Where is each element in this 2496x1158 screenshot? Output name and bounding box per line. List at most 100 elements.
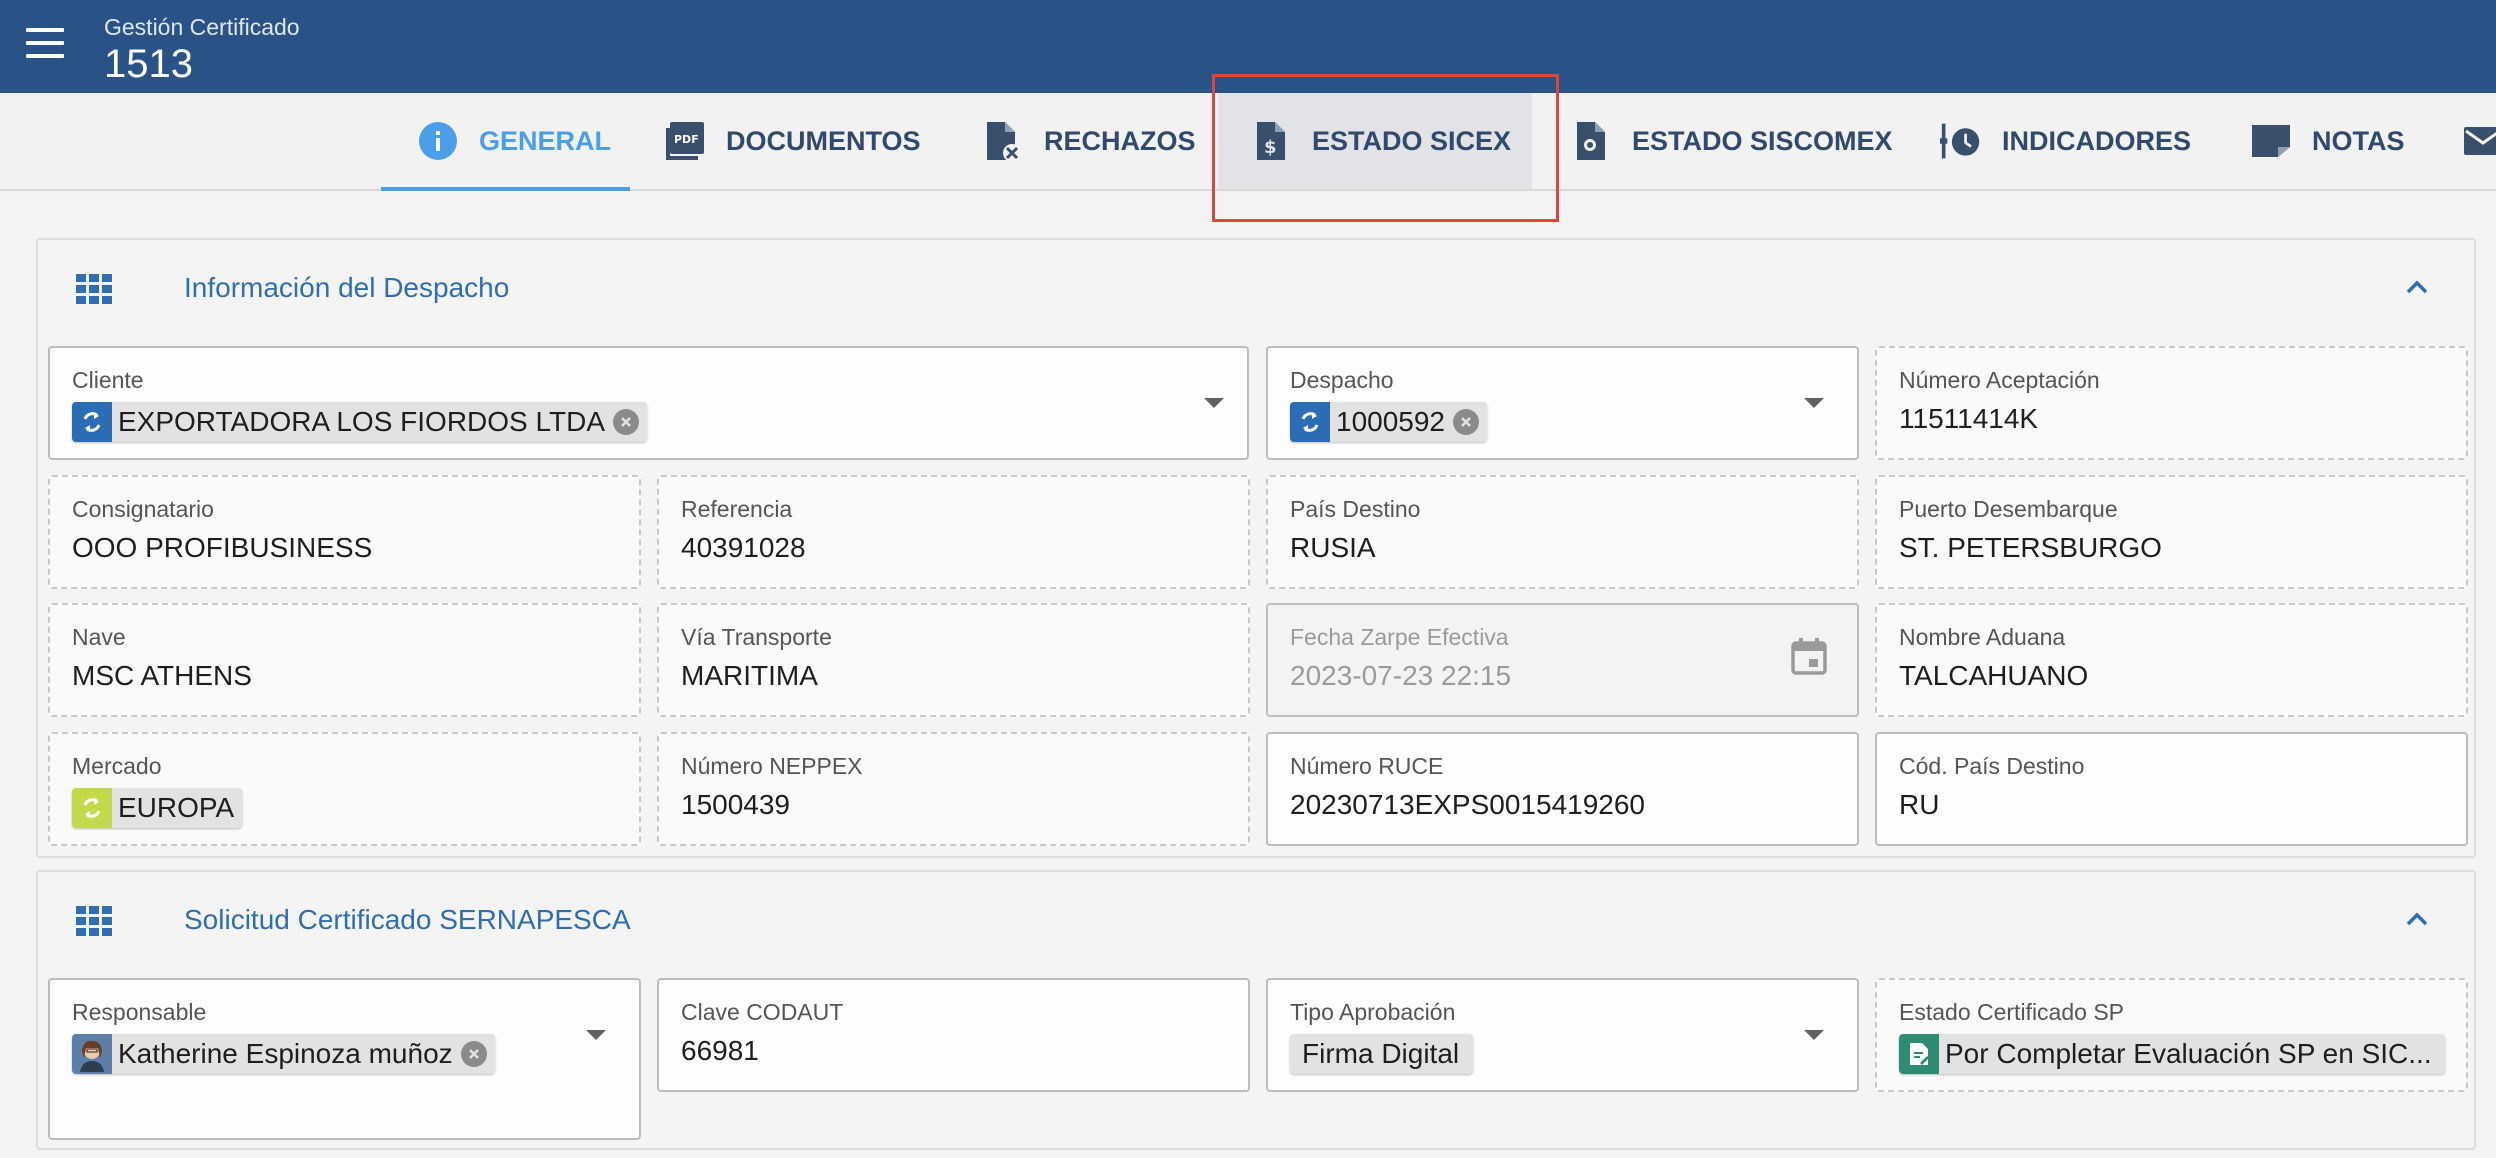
numero-aceptacion-label: Número Aceptación <box>1899 367 2100 393</box>
section-header[interactable]: Solicitud Certificado SERNAPESCA <box>38 872 2474 967</box>
svg-text:$: $ <box>1264 137 1277 158</box>
fecha-zarpe-label: Fecha Zarpe Efectiva <box>1290 624 1509 650</box>
cod-pais-destino-value: RU <box>1899 789 1940 820</box>
note-icon <box>2250 120 2292 162</box>
responsable-value: Katherine Espinoza muñoz <box>118 1038 453 1069</box>
via-transporte-field[interactable]: Vía Transporte MARITIMA <box>657 603 1250 717</box>
tab-general[interactable]: GENERAL <box>381 93 630 191</box>
despacho-chip: 1000592 <box>1290 402 1488 442</box>
nombre-aduana-field[interactable]: Nombre Aduana TALCAHUANO <box>1875 603 2468 717</box>
exchange-icon <box>72 402 112 442</box>
tab-estado-sicex-label: ESTADO SICEX <box>1312 125 1512 156</box>
avatar <box>72 1034 112 1074</box>
numero-ruce-label: Número RUCE <box>1290 753 1444 779</box>
via-transporte-value: MARITIMA <box>681 660 818 691</box>
grid-icon <box>76 906 112 936</box>
hamburger-icon[interactable] <box>26 28 64 58</box>
cliente-field[interactable]: Cliente EXPORTADORA LOS FIORDOS LTDA <box>48 346 1249 460</box>
mercado-chip: EUROPA <box>72 788 243 828</box>
consignatario-field[interactable]: Consignatario OOO PROFIBUSINESS <box>48 475 641 589</box>
clear-despacho-icon[interactable] <box>1453 409 1480 435</box>
numero-aceptacion-value: 11511414K <box>1899 403 2039 434</box>
numero-neppex-value: 1500439 <box>681 789 791 820</box>
puerto-desembarque-value: ST. PETERSBURGO <box>1899 532 2162 563</box>
responsable-chip: Katherine Espinoza muñoz <box>72 1034 495 1074</box>
nave-value: MSC ATHENS <box>72 660 252 691</box>
tab-estado-siscomex[interactable]: ESTADO SISCOMEX <box>1570 93 1893 189</box>
despacho-dropdown-icon[interactable] <box>1804 398 1824 408</box>
tab-notas-label: NOTAS <box>2312 125 2405 156</box>
numero-neppex-field[interactable]: Número NEPPEX 1500439 <box>657 732 1250 846</box>
referencia-field[interactable]: Referencia 40391028 <box>657 475 1250 589</box>
tab-notas[interactable]: NOTAS <box>2250 93 2405 189</box>
section-title: Información del Despacho <box>184 272 510 303</box>
svg-text:PDF: PDF <box>674 133 699 146</box>
mercado-value: EUROPA <box>118 792 235 823</box>
tipo-aprobacion-dropdown-icon[interactable] <box>1804 1030 1824 1040</box>
numero-ruce-field[interactable]: Número RUCE 20230713EXPS0015419260 <box>1266 732 1859 846</box>
numero-ruce-value: 20230713EXPS0015419260 <box>1290 789 1646 820</box>
numero-aceptacion-field[interactable]: Número Aceptación 11511414K <box>1875 346 2468 460</box>
cliente-dropdown-icon[interactable] <box>1204 398 1224 408</box>
cod-pais-destino-field[interactable]: Cód. País Destino RU <box>1875 732 2468 846</box>
responsable-dropdown-icon[interactable] <box>586 1030 606 1040</box>
section-header[interactable]: Información del Despacho <box>38 240 2474 335</box>
referencia-label: Referencia <box>681 496 793 522</box>
calendar-icon[interactable] <box>1791 637 1827 675</box>
estado-certificado-label: Estado Certificado SP <box>1899 999 2125 1025</box>
estado-certificado-chip: Por Completar Evaluación SP en SIC... <box>1899 1034 2445 1074</box>
tipo-aprobacion-field[interactable]: Tipo Aprobación Firma Digital <box>1266 978 1859 1092</box>
chevron-up-icon[interactable] <box>2402 272 2432 302</box>
clear-cliente-icon[interactable] <box>613 409 639 435</box>
nombre-aduana-value: TALCAHUANO <box>1899 660 2089 691</box>
clave-codaut-field[interactable]: Clave CODAUT 66981 <box>657 978 1250 1092</box>
page-subtitle: Gestión Certificado <box>104 14 300 40</box>
pdf-icon: PDF <box>664 120 706 162</box>
tab-general-label: GENERAL <box>479 125 612 156</box>
app-header: Gestión Certificado 1513 <box>0 0 2496 93</box>
tab-indicadores-label: INDICADORES <box>2002 125 2192 156</box>
tab-rechazos[interactable]: RECHAZOS <box>982 93 1196 189</box>
tab-indicadores[interactable]: INDICADORES <box>1940 93 2191 189</box>
timeline-clock-icon <box>1940 120 1982 162</box>
file-x-icon <box>982 120 1024 162</box>
responsable-label: Responsable <box>72 999 207 1025</box>
clear-responsable-icon[interactable] <box>460 1041 487 1067</box>
despacho-field[interactable]: Despacho 1000592 <box>1266 346 1859 460</box>
puerto-desembarque-field[interactable]: Puerto Desembarque ST. PETERSBURGO <box>1875 475 2468 589</box>
tab-bar: GENERAL PDF DOCUMENTOS RECHAZOS $ ESTADO… <box>0 93 2496 191</box>
exchange-icon <box>72 788 112 828</box>
document-edit-icon <box>1899 1034 1939 1074</box>
fecha-zarpe-field[interactable]: Fecha Zarpe Efectiva 2023-07-23 22:15 <box>1266 603 1859 717</box>
chevron-up-icon[interactable] <box>2402 904 2432 934</box>
estado-certificado-value: Por Completar Evaluación SP en SIC... <box>1945 1038 2432 1069</box>
estado-certificado-field[interactable]: Estado Certificado SP Por Completar Eval… <box>1875 978 2468 1092</box>
file-currency-icon: $ <box>1250 120 1292 162</box>
referencia-value: 40391028 <box>681 532 806 563</box>
cliente-chip: EXPORTADORA LOS FIORDOS LTDA <box>72 402 647 442</box>
pais-destino-field[interactable]: País Destino RUSIA <box>1266 475 1859 589</box>
nave-field[interactable]: Nave MSC ATHENS <box>48 603 641 717</box>
tipo-aprobacion-label: Tipo Aprobación <box>1290 999 1456 1025</box>
tipo-aprobacion-chip: Firma Digital <box>1290 1034 1474 1074</box>
nave-label: Nave <box>72 624 126 650</box>
despacho-label: Despacho <box>1290 367 1394 393</box>
cliente-value: EXPORTADORA LOS FIORDOS LTDA <box>118 406 605 437</box>
file-badge-icon <box>1570 120 1612 162</box>
app-root: Gestión Certificado 1513 GENERAL PDF DOC… <box>0 0 2496 1158</box>
tab-documentos[interactable]: PDF DOCUMENTOS <box>664 93 921 189</box>
tab-estado-sicex[interactable]: $ ESTADO SICEX <box>1218 93 1532 189</box>
pais-destino-label: País Destino <box>1290 496 1421 522</box>
tab-mail-partial[interactable] <box>2462 93 2496 189</box>
mail-icon <box>2462 120 2496 162</box>
consignatario-label: Consignatario <box>72 496 214 522</box>
despacho-value: 1000592 <box>1336 406 1446 437</box>
grid-icon <box>76 274 112 304</box>
responsable-field[interactable]: Responsable Katherine Espinoza muñoz <box>48 978 641 1140</box>
mercado-field[interactable]: Mercado EUROPA <box>48 732 641 846</box>
pais-destino-value: RUSIA <box>1290 532 1376 563</box>
via-transporte-label: Vía Transporte <box>681 624 832 650</box>
fecha-zarpe-value: 2023-07-23 22:15 <box>1290 660 1512 691</box>
tab-documentos-label: DOCUMENTOS <box>726 125 921 156</box>
tipo-aprobacion-value: Firma Digital <box>1302 1038 1460 1069</box>
